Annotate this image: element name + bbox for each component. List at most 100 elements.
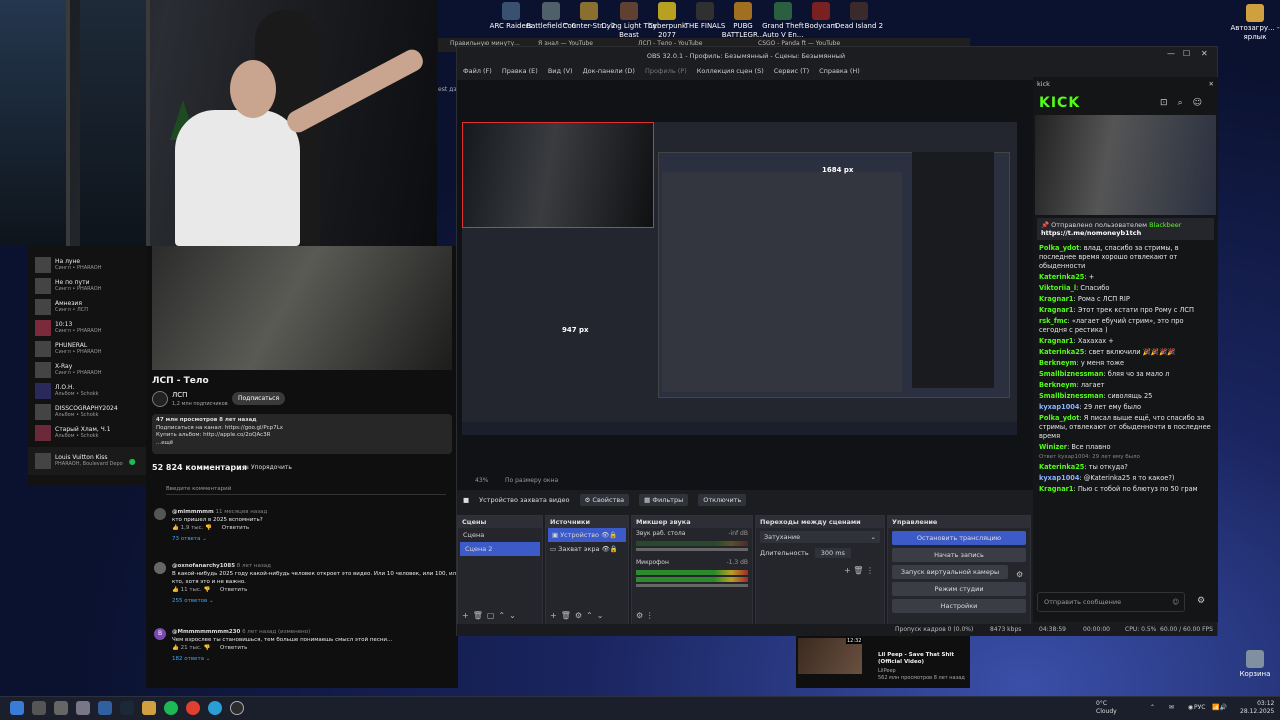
list-item[interactable]: 10:13 Сингл • PHARAOH bbox=[28, 317, 146, 338]
filters-button[interactable]: ▦ Фильтры bbox=[639, 494, 689, 506]
list-item[interactable]: На луне Сингл • PHARAOH bbox=[28, 254, 146, 275]
menu-scene-collection[interactable]: Коллекция сцен (S) bbox=[697, 67, 764, 75]
source-item[interactable]: ▭ Захват экра 👁🔒 bbox=[546, 542, 628, 556]
desktop-icon-dead-island[interactable]: Dead Island 2 bbox=[830, 2, 888, 31]
chrome-icon[interactable] bbox=[186, 701, 200, 715]
list-item[interactable]: Л.О.Н. Альбом • Schokk bbox=[28, 380, 146, 401]
avatar[interactable]: B bbox=[154, 628, 166, 640]
list-item[interactable]: Старый Хлам, Ч.1 Альбом • Schokk bbox=[28, 422, 146, 443]
menu-file[interactable]: Файл (F) bbox=[463, 67, 492, 75]
sort-comments-button[interactable]: ≡ Упорядочить bbox=[244, 464, 292, 471]
avatar[interactable] bbox=[154, 562, 166, 574]
search-icon[interactable] bbox=[32, 701, 46, 715]
tray-icons[interactable]: ⌃ ✉ ◉ bbox=[1150, 704, 1199, 711]
list-item[interactable]: PHUNERAL Сингл • PHARAOH bbox=[28, 338, 146, 359]
eye-icon[interactable]: 👁 bbox=[602, 545, 610, 553]
reply-button[interactable]: Ответить bbox=[220, 645, 247, 651]
mixer-controls[interactable]: ⚙ ⋮ bbox=[636, 611, 654, 620]
dislike-icon[interactable]: 👎 bbox=[203, 645, 210, 651]
chat-input[interactable]: Отправить сообщение ☺ bbox=[1037, 592, 1185, 612]
clock[interactable]: 03:12 28.12.2025 bbox=[1240, 700, 1274, 716]
like-icon[interactable]: 👍 bbox=[172, 587, 181, 593]
replies-toggle[interactable]: 73 ответа ⌄ bbox=[152, 535, 452, 543]
menu-docks[interactable]: Док-панели (D) bbox=[583, 67, 635, 75]
volume-slider[interactable] bbox=[636, 548, 748, 551]
user-icon[interactable]: ☺ bbox=[1193, 98, 1212, 108]
stream-thumbnail[interactable] bbox=[1035, 115, 1216, 215]
menu-profile[interactable]: Профиль (P) bbox=[645, 67, 687, 75]
search-icon[interactable]: ⌕ bbox=[1178, 98, 1193, 108]
menu-view[interactable]: Вид (V) bbox=[548, 67, 573, 75]
kick-logo[interactable]: KICK bbox=[1039, 95, 1080, 111]
transition-select[interactable]: Затухание ⌄ bbox=[760, 531, 880, 543]
preview-webcam-source[interactable] bbox=[462, 122, 654, 228]
reply-button[interactable]: Ответить bbox=[220, 587, 247, 593]
telegram-icon[interactable] bbox=[208, 701, 222, 715]
studio-mode-button[interactable]: Режим студии bbox=[892, 582, 1026, 596]
settings-icon[interactable] bbox=[76, 701, 90, 715]
spotify-icon[interactable] bbox=[164, 701, 178, 715]
emoji-icon[interactable]: ☺ bbox=[1172, 598, 1179, 606]
transition-controls[interactable]: + 🗑 ⋮ bbox=[756, 560, 884, 575]
duration-input[interactable]: 300 ms bbox=[814, 548, 851, 558]
scene-item[interactable]: Сцена bbox=[458, 528, 542, 542]
preview-canvas[interactable]: 1684 px 947 px bbox=[462, 122, 1017, 435]
obs-icon[interactable] bbox=[230, 701, 244, 715]
replies-toggle[interactable]: 255 ответов ⌄ bbox=[152, 597, 458, 605]
dislike-icon[interactable]: 👎 bbox=[205, 525, 212, 531]
obs-preview[interactable]: 1684 px 947 px 43% По размеру окна bbox=[457, 80, 1035, 490]
channel-avatar[interactable] bbox=[152, 391, 168, 407]
lock-icon[interactable]: 🔒 bbox=[610, 545, 618, 553]
gift-icon[interactable]: ⊡ bbox=[1160, 98, 1178, 108]
like-icon[interactable]: 👍 bbox=[172, 525, 181, 531]
close-icon[interactable]: ✕ bbox=[1209, 80, 1214, 88]
now-playing[interactable]: Louis Vuitton Kiss PHARAOH, Boulevard Dep… bbox=[28, 447, 146, 475]
menu-tools[interactable]: Сервис (T) bbox=[774, 67, 809, 75]
system-icons[interactable]: 📶🔊 bbox=[1212, 704, 1227, 711]
video-description[interactable]: 47 млн просмотров 8 лет назад Подписатьс… bbox=[152, 414, 452, 454]
start-recording-button[interactable]: Начать запись bbox=[892, 548, 1026, 562]
list-item[interactable]: X-Ray Сингл • PHARAOH bbox=[28, 359, 146, 380]
minimize-icon[interactable]: — bbox=[1167, 49, 1175, 58]
avatar[interactable] bbox=[154, 508, 166, 520]
dislike-icon[interactable]: 👎 bbox=[203, 587, 210, 593]
menu-edit[interactable]: Правка (E) bbox=[502, 67, 538, 75]
menu-help[interactable]: Справка (H) bbox=[819, 67, 860, 75]
start-virtual-camera-button[interactable]: Запуск виртуальной камеры bbox=[892, 565, 1008, 579]
steam-icon[interactable] bbox=[120, 701, 134, 715]
recommended-video[interactable]: 12:32 Lil Peep - Save That Shit (Officia… bbox=[796, 636, 970, 688]
volume-slider[interactable] bbox=[636, 584, 748, 587]
scene-controls[interactable]: +🗑▢⌃⌄ bbox=[462, 611, 520, 620]
source-item-selected[interactable]: ▣ Устройство 👁🔒 bbox=[548, 528, 626, 542]
deactivate-button[interactable]: Отключить bbox=[698, 494, 747, 506]
replies-toggle[interactable]: 182 ответа ⌄ bbox=[152, 655, 452, 663]
subscribe-button[interactable]: Подписаться bbox=[232, 392, 286, 405]
close-icon[interactable]: ✕ bbox=[1201, 49, 1208, 58]
gear-icon[interactable]: ⚙ bbox=[1016, 570, 1023, 579]
liked-check-icon[interactable]: ● bbox=[129, 457, 136, 466]
source-controls[interactable]: +🗑⚙⌃⌄ bbox=[550, 611, 607, 620]
store-icon[interactable] bbox=[98, 701, 112, 715]
language-indicator[interactable]: РУС bbox=[1194, 704, 1205, 711]
list-item[interactable]: Не по пути Сингл • PHARAOH bbox=[28, 275, 146, 296]
desktop-icon-recycle-bin[interactable]: Корзина bbox=[1226, 650, 1280, 679]
list-item[interactable]: Амнезия Сингл • ЛСП bbox=[28, 296, 146, 317]
desktop-icon-autostart[interactable]: Автозагру... - ярлык bbox=[1226, 4, 1280, 42]
zoom-level[interactable]: 43% bbox=[475, 477, 488, 484]
settings-button[interactable]: Настройки bbox=[892, 599, 1026, 613]
add-comment-input[interactable]: Введите комментарий bbox=[166, 486, 446, 495]
start-icon[interactable] bbox=[10, 701, 24, 715]
video-player[interactable] bbox=[152, 246, 452, 370]
properties-button[interactable]: ⚙ Свойства bbox=[579, 494, 630, 506]
scene-item-selected[interactable]: Сцена 2 bbox=[460, 542, 540, 556]
weather-widget[interactable]: 0°C Cloudy bbox=[1096, 700, 1117, 716]
chat-settings-icon[interactable]: ⚙ bbox=[1197, 596, 1205, 606]
maximize-icon[interactable]: ☐ bbox=[1183, 49, 1190, 58]
task-view-icon[interactable] bbox=[54, 701, 68, 715]
pinned-message[interactable]: 📌 Отправлено пользователем Blackbeer htt… bbox=[1037, 218, 1214, 240]
reply-button[interactable]: Ответить bbox=[222, 525, 249, 531]
channel-name[interactable]: ЛСП bbox=[172, 391, 187, 399]
like-icon[interactable]: 👍 bbox=[172, 645, 181, 651]
lock-icon[interactable]: 🔒 bbox=[609, 531, 617, 539]
fit-to-window[interactable]: По размеру окна bbox=[505, 477, 558, 484]
